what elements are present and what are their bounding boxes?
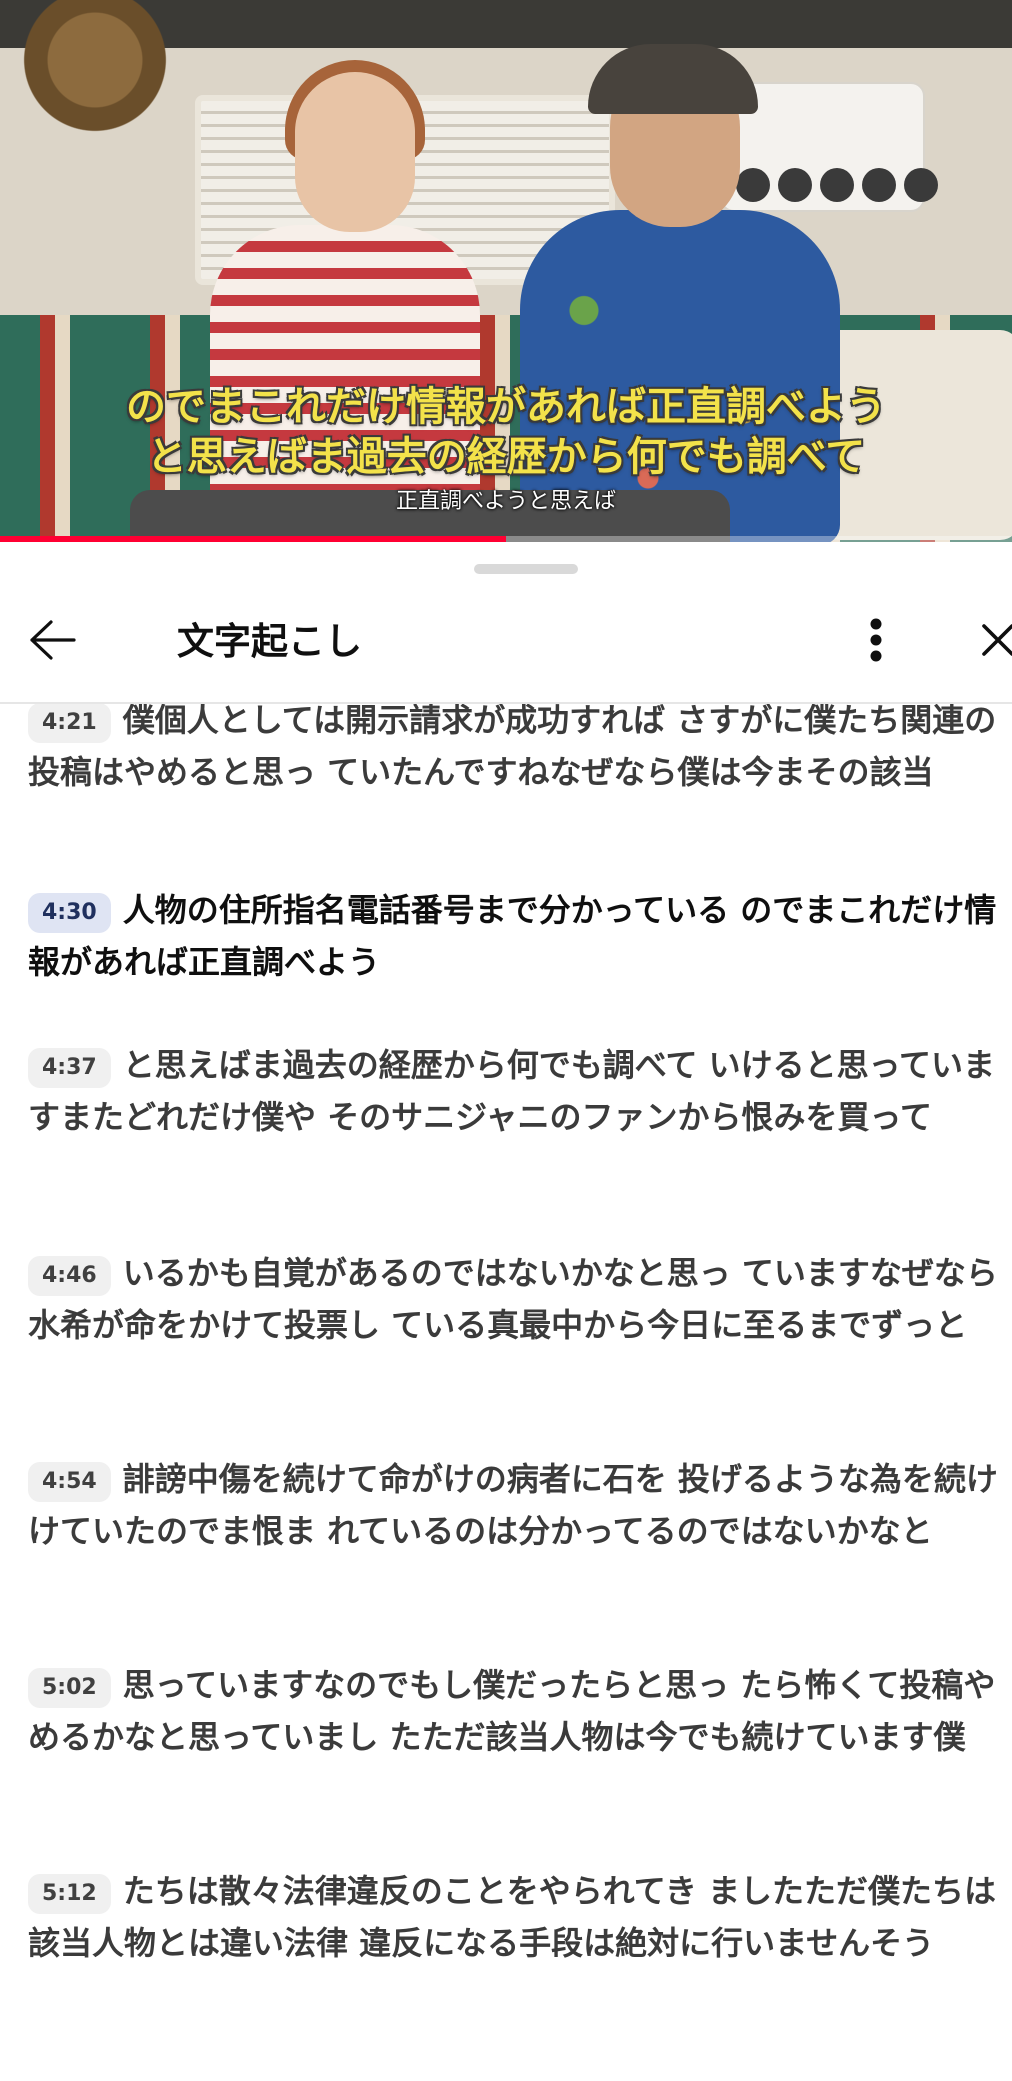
segment-text: 4:30 人物の住所指名電話番号まで分かっている のでまこれだけ情報があれば正直調… <box>28 884 1012 988</box>
transcript-panel: 文字起こし 4:21 僕個人としては開示請求が成功すれば さすがに僕たち関連の投稿… <box>0 542 1012 2081</box>
transcript-segment[interactable]: 5:12 たちは散々法律違反のことをやられてき ましたただ僕たちは該当人物とは違い… <box>0 1865 1012 1969</box>
arrow-left-icon <box>27 618 77 666</box>
transcript-segment[interactable]: 4:21 僕個人としては開示請求が成功すれば さすがに僕たち関連の投稿はやめると思… <box>0 704 1012 798</box>
panel-title: 文字起こし <box>177 620 362 663</box>
drag-handle[interactable] <box>474 564 578 574</box>
transcript-segment[interactable]: 5:02 思っていますなのでもし僕だったらと思っ たら怖くて投稿やめるかなと思って… <box>0 1659 1012 1763</box>
timestamp-chip[interactable]: 5:02 <box>28 1668 111 1708</box>
timestamp-chip[interactable]: 4:37 <box>28 1048 111 1088</box>
segment-caption: いるかも自覚があるのではないかなと思っ ていますなぜなら水希が命をかけて投票し … <box>28 1254 998 1344</box>
segment-text: 4:37 と思えばま過去の経歴から何でも調べて いけると思っていますまたどれだけ僕… <box>28 1039 1012 1143</box>
segment-caption: たちは散々法律違反のことをやられてき ましたただ僕たちは該当人物とは違い法律 違… <box>28 1872 996 1962</box>
segment-caption: 誹謗中傷を続けて命がけの病者に石を 投げるような為を続けけていたのでま恨ま れて… <box>28 1460 998 1550</box>
close-button[interactable] <box>968 612 1012 672</box>
video-plant <box>20 0 170 150</box>
vertical-dots-icon <box>869 618 883 666</box>
transcript-segment[interactable]: 4:46 いるかも自覚があるのではないかなと思っ ていますなぜなら水希が命をかけて… <box>0 1247 1012 1351</box>
caption-line-1: のでまこれだけ情報があれば正直調べよう <box>126 384 886 430</box>
transcript-list[interactable]: 4:21 僕個人としては開示請求が成功すれば さすがに僕たち関連の投稿はやめると思… <box>0 704 1012 2081</box>
segment-text: 4:54 誹謗中傷を続けて命がけの病者に石を 投げるような為を続けけていたのでま恨… <box>28 1453 1012 1557</box>
transcript-segment[interactable]: 4:54 誹謗中傷を続けて命がけの病者に石を 投げるような為を続けけていたのでま恨… <box>0 1453 1012 1557</box>
person-left-head <box>295 72 415 232</box>
segment-text: 4:46 いるかも自覚があるのではないかなと思っ ていますなぜなら水希が命をかけて… <box>28 1247 1012 1351</box>
closed-caption: 正直調べようと思えば <box>395 489 616 514</box>
back-button[interactable] <box>22 612 82 672</box>
timestamp-chip[interactable]: 4:21 <box>28 704 111 743</box>
timestamp-chip[interactable]: 4:30 <box>28 893 111 933</box>
transcript-segment-active[interactable]: 4:30 人物の住所指名電話番号まで分かっている のでまこれだけ情報があれば正直調… <box>0 884 1012 988</box>
caption-line-2: と思えばま過去の経歴から何でも調べて <box>146 434 866 480</box>
transcript-segment[interactable]: 4:37 と思えばま過去の経歴から何でも調べて いけると思っていますまたどれだけ僕… <box>0 1039 1012 1143</box>
segment-text: 5:02 思っていますなのでもし僕だったらと思っ たら怖くて投稿やめるかなと思って… <box>28 1659 1012 1763</box>
timestamp-chip[interactable]: 5:12 <box>28 1874 111 1914</box>
timestamp-chip[interactable]: 4:54 <box>28 1462 111 1502</box>
close-icon <box>978 620 1012 664</box>
segment-text: 5:12 たちは散々法律違反のことをやられてき ましたただ僕たちは該当人物とは違い… <box>28 1865 1012 1969</box>
segment-caption: 僕個人としては開示請求が成功すれば さすがに僕たち関連の投稿はやめると思っ てい… <box>28 704 997 791</box>
segment-text: 4:21 僕個人としては開示請求が成功すれば さすがに僕たち関連の投稿はやめると思… <box>28 704 1012 798</box>
segment-caption: と思えばま過去の経歴から何でも調べて いけると思っていますまたどれだけ僕や その… <box>28 1046 995 1136</box>
timestamp-chip[interactable]: 4:46 <box>28 1256 111 1296</box>
more-options-button[interactable] <box>848 612 904 672</box>
segment-caption: 思っていますなのでもし僕だったらと思っ たら怖くて投稿やめるかなと思っていまし … <box>28 1666 996 1756</box>
burned-in-caption: のでまこれだけ情報があれば正直調べよう と思えばま過去の経歴から何でも調べて <box>0 382 1012 482</box>
video-player[interactable]: のでまこれだけ情報があれば正直調べよう と思えばま過去の経歴から何でも調べて 正… <box>0 0 1012 542</box>
segment-caption: 人物の住所指名電話番号まで分かっている のでまこれだけ情報があれば正直調べよう <box>28 891 997 981</box>
transcript-header: 文字起こし <box>0 580 1012 704</box>
